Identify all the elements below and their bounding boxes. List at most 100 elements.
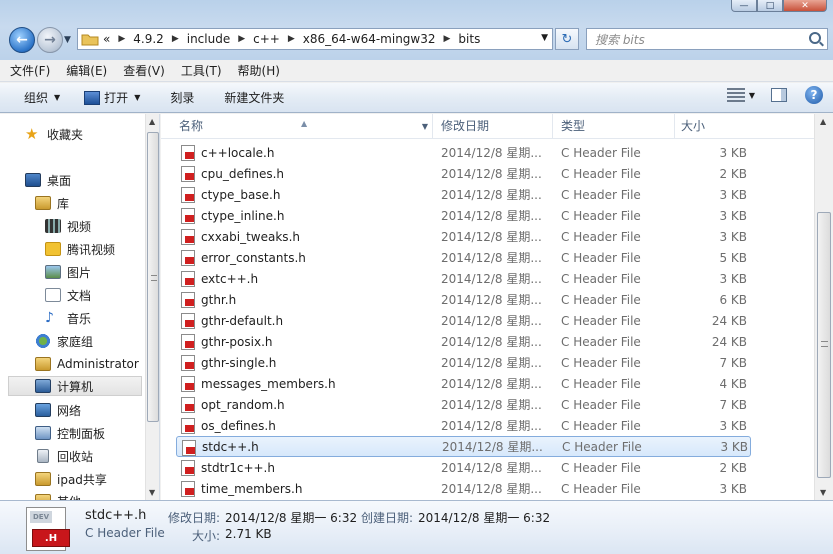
new-folder-button[interactable]: 新建文件夹 (216, 86, 292, 110)
maximize-button[interactable]: □ (757, 0, 783, 12)
file-list: 名称 ▲ ▼ 修改日期 类型 大小 c++locale.h 2014/12/8 星… (161, 114, 833, 500)
chevron-right-icon[interactable]: ▶ (172, 34, 179, 44)
nav-item-administrator[interactable]: Administrator (35, 354, 139, 374)
nav-item-computer[interactable]: 计算机 (8, 376, 142, 396)
c-header-file-icon (181, 418, 195, 434)
back-button[interactable]: ← (9, 27, 35, 53)
nav-item-other[interactable]: 其他 (35, 491, 81, 500)
nav-item-music[interactable]: ♪ 音乐 (45, 308, 91, 328)
chevron-right-icon[interactable]: ▶ (444, 34, 451, 44)
scroll-thumb[interactable] (817, 212, 831, 478)
homegroup-icon (35, 334, 51, 348)
scroll-thumb[interactable] (147, 132, 159, 422)
help-icon[interactable]: ? (805, 86, 823, 104)
table-row[interactable]: gthr.h 2014/12/8 星期... C Header File 6 KB (176, 289, 751, 310)
file-size: 3 KB (719, 481, 747, 496)
search-icon[interactable] (809, 32, 821, 44)
nav-item-control-panel[interactable]: 控制面板 (35, 423, 105, 443)
breadcrumb-item[interactable]: x86_64-w64-mingw32 (303, 32, 436, 46)
preview-pane-icon[interactable] (771, 88, 787, 102)
menu-view[interactable]: 查看(V) (117, 62, 171, 79)
nav-item-ipad-share[interactable]: ipad共享 (35, 469, 107, 489)
breadcrumb-item[interactable]: 4.9.2 (133, 32, 164, 46)
table-row[interactable]: stdc++.h 2014/12/8 星期... C Header File 3 KB (176, 436, 751, 457)
table-row[interactable]: cpu_defines.h 2014/12/8 星期... C Header Fil… (176, 163, 751, 184)
address-history-dropdown[interactable]: ▼ (541, 33, 548, 43)
view-options-icon[interactable] (726, 88, 745, 102)
scroll-down-arrow-icon[interactable]: ▼ (149, 488, 155, 497)
file-type: C Header File (561, 187, 641, 202)
table-row[interactable]: c++locale.h 2014/12/8 星期... C Header File 3… (176, 142, 751, 163)
address-bar[interactable]: « ▶ 4.9.2 ▶ include ▶ c++ ▶ x86_64-w64-m… (77, 28, 553, 50)
menu-bar: 文件(F) 编辑(E) 查看(V) 工具(T) 帮助(H) (0, 60, 833, 82)
nav-item-label: Administrator (57, 357, 139, 371)
column-header-type[interactable]: 类型 (553, 114, 675, 139)
nav-item-favorites[interactable]: ★ 收藏夹 (25, 124, 83, 144)
breadcrumb-overflow[interactable]: « (103, 32, 110, 46)
menu-file[interactable]: 文件(F) (4, 62, 56, 79)
table-row[interactable]: messages_members.h 2014/12/8 星期... C Heade… (176, 373, 751, 394)
scroll-down-arrow-icon[interactable]: ▼ (820, 488, 826, 497)
table-row[interactable]: extc++.h 2014/12/8 星期... C Header File 3 KB (176, 268, 751, 289)
nav-item-videos[interactable]: 视频 (45, 216, 91, 236)
table-row[interactable]: os_defines.h 2014/12/8 星期... C Header File… (176, 415, 751, 436)
nav-item-libraries[interactable]: 库 (35, 193, 69, 213)
menu-tools[interactable]: 工具(T) (175, 62, 228, 79)
table-row[interactable]: ctype_inline.h 2014/12/8 星期... C Header Fi… (176, 205, 751, 226)
scroll-up-arrow-icon[interactable]: ▲ (820, 117, 826, 126)
menu-help[interactable]: 帮助(H) (232, 62, 286, 79)
nav-item-label: 音乐 (67, 311, 92, 326)
scroll-up-arrow-icon[interactable]: ▲ (149, 117, 155, 126)
table-row[interactable]: opt_random.h 2014/12/8 星期... C Header File… (176, 394, 751, 415)
file-date: 2014/12/8 星期... (441, 188, 542, 202)
chevron-down-icon[interactable]: ▼ (134, 93, 140, 102)
nav-item-pictures[interactable]: 图片 (45, 262, 91, 282)
nav-item-desktop[interactable]: 桌面 (25, 170, 71, 190)
details-created-value: 2014/12/8 星期一 6:32 (418, 511, 551, 525)
minimize-button[interactable]: — (731, 0, 757, 12)
file-size: 7 KB (719, 397, 747, 412)
table-row[interactable]: error_constants.h 2014/12/8 星期... C Header… (176, 247, 751, 268)
nav-item-documents[interactable]: 文档 (45, 285, 91, 305)
file-scrollbar[interactable]: ▲ ▼ (814, 114, 833, 500)
chevron-right-icon[interactable]: ▶ (238, 34, 245, 44)
nav-item-homegroup[interactable]: 家庭组 (35, 331, 93, 351)
open-button[interactable]: 打开 ▼ (76, 86, 148, 110)
chevron-down-icon[interactable]: ▼ (422, 114, 428, 139)
chevron-down-icon[interactable]: ▼ (749, 91, 755, 100)
table-row[interactable]: ctype_base.h 2014/12/8 星期... C Header File… (176, 184, 751, 205)
recent-pages-dropdown[interactable]: ▼ (64, 35, 71, 45)
breadcrumb-item[interactable]: c++ (253, 32, 280, 46)
sort-ascending-icon: ▲ (301, 119, 308, 128)
table-row[interactable]: time_members.h 2014/12/8 星期... C Header Fi… (176, 478, 751, 499)
file-type: C Header File (561, 292, 641, 307)
file-name: gthr-default.h (201, 313, 284, 328)
table-row[interactable]: stdtr1c++.h 2014/12/8 星期... C Header File 2… (176, 457, 751, 478)
nav-item-label: ipad共享 (57, 472, 107, 487)
computer-icon (35, 379, 51, 393)
video-icon (45, 219, 61, 233)
table-row[interactable]: gthr-default.h 2014/12/8 星期... C Header Fi… (176, 310, 751, 331)
burn-button[interactable]: 刻录 (162, 86, 202, 110)
nav-item-network[interactable]: 网络 (35, 400, 81, 420)
close-button[interactable]: ✕ (783, 0, 827, 12)
column-header-name[interactable]: 名称 ▲ ▼ (161, 114, 433, 139)
menu-edit[interactable]: 编辑(E) (60, 62, 113, 79)
breadcrumb-item[interactable]: bits (458, 32, 480, 46)
nav-item-tencent-video[interactable]: 腾讯视频 (45, 239, 115, 259)
table-row[interactable]: cxxabi_tweaks.h 2014/12/8 星期... C Header F… (176, 226, 751, 247)
nav-item-recycle-bin[interactable]: 回收站 (35, 446, 93, 466)
column-header-size[interactable]: 大小 (675, 114, 814, 139)
forward-button[interactable]: → (37, 27, 63, 53)
column-header-date[interactable]: 修改日期 (433, 114, 553, 139)
refresh-button[interactable]: ↻ (555, 28, 579, 50)
table-row[interactable]: gthr-single.h 2014/12/8 星期... C Header Fil… (176, 352, 751, 373)
table-row[interactable]: gthr-posix.h 2014/12/8 星期... C Header File… (176, 331, 751, 352)
file-size: 4 KB (719, 376, 747, 391)
chevron-right-icon[interactable]: ▶ (288, 34, 295, 44)
search-input[interactable]: 搜索 bits (586, 28, 828, 50)
nav-scrollbar[interactable]: ▲ ▼ (145, 114, 159, 500)
chevron-right-icon[interactable]: ▶ (118, 34, 125, 44)
organize-button[interactable]: 组织 ▼ (16, 86, 68, 110)
breadcrumb-item[interactable]: include (187, 32, 230, 46)
